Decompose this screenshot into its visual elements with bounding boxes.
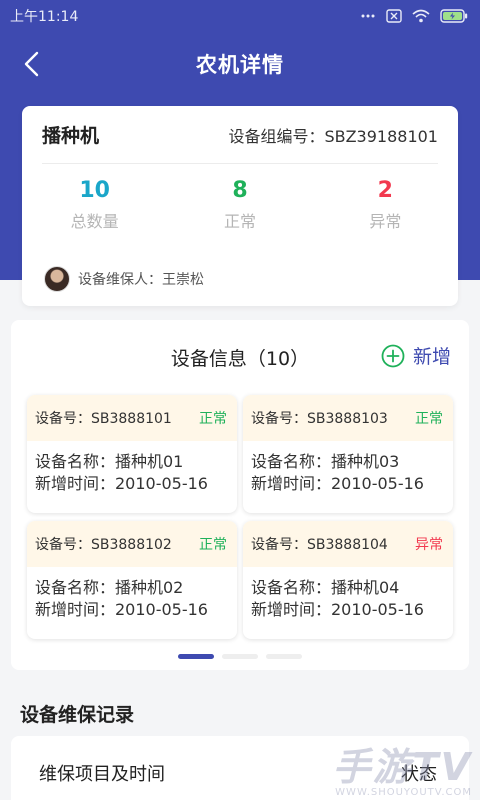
- device-group-number: 设备组编号：SBZ39188101: [228, 126, 438, 146]
- status-icons: [360, 9, 468, 23]
- device-card-body: 设备名称：播种机02 新增时间：2010-05-16: [27, 567, 237, 621]
- watermark: 手游TV WWW.SHOUYOUTV.COM: [333, 747, 472, 798]
- plus-circle-icon: [381, 344, 405, 367]
- device-status: 异常: [415, 537, 443, 553]
- stat-abnormal-label: 异常: [369, 212, 402, 231]
- device-status: 正常: [415, 411, 443, 427]
- device-card-body: 设备名称：播种机03 新增时间：2010-05-16: [243, 441, 453, 495]
- status-time: 上午11:14: [10, 9, 79, 25]
- status-bar: 上午11:14: [0, 0, 480, 32]
- maintenance-records-title: 设备维保记录: [20, 704, 135, 726]
- back-button[interactable]: [14, 46, 50, 82]
- device-status: 正常: [199, 537, 227, 553]
- maintainer-row: 设备维保人：王崇松: [44, 266, 204, 292]
- stat-normal-value: 8: [232, 178, 248, 203]
- device-name: 设备名称：播种机04: [251, 578, 400, 597]
- stats-row: 10 总数量 8 正常 2 异常: [22, 176, 458, 246]
- device-info-panel: 设备信息（10） 新增 设备号：SB3888101 正常 设备名称：播种机01 …: [11, 320, 469, 670]
- device-card[interactable]: 设备号：SB3888101 正常 设备名称：播种机01 新增时间：2010-05…: [27, 395, 237, 513]
- device-card[interactable]: 设备号：SB3888104 异常 设备名称：播种机04 新增时间：2010-05…: [243, 521, 453, 639]
- watermark-logo-text: 手游TV: [332, 745, 472, 789]
- machine-summary-card: 播种机 设备组编号：SBZ39188101 10 总数量 8 正常 2 异常 设…: [22, 106, 458, 306]
- device-name: 设备名称：播种机03: [251, 452, 400, 471]
- device-code: 设备号：SB3888103: [251, 411, 388, 427]
- battery-icon: [440, 9, 468, 23]
- device-code: 设备号：SB3888101: [35, 411, 172, 427]
- device-panel-header: 设备信息（10） 新增: [11, 338, 469, 378]
- device-card[interactable]: 设备号：SB3888102 正常 设备名称：播种机02 新增时间：2010-05…: [27, 521, 237, 639]
- avatar: [44, 266, 70, 292]
- device-added-time: 新增时间：2010-05-16: [35, 474, 208, 493]
- device-card-header: 设备号：SB3888101 正常: [27, 395, 237, 441]
- device-code: 设备号：SB3888102: [35, 537, 172, 553]
- maintainer-name: 设备维保人：王崇松: [78, 272, 204, 288]
- no-sim-icon: [386, 9, 402, 23]
- nav-bar: 农机详情: [0, 32, 480, 96]
- page-dot[interactable]: [222, 654, 258, 659]
- stat-normal[interactable]: 8 正常: [167, 176, 312, 246]
- add-device-label: 新增: [412, 346, 451, 368]
- wifi-icon: [412, 9, 430, 23]
- page-dot-active[interactable]: [178, 654, 214, 659]
- stat-total-value: 10: [79, 178, 110, 203]
- device-added-time: 新增时间：2010-05-16: [251, 600, 424, 619]
- device-code: 设备号：SB3888104: [251, 537, 388, 553]
- page-title: 农机详情: [196, 53, 284, 77]
- stat-abnormal-value: 2: [377, 178, 393, 203]
- device-card-body: 设备名称：播种机04 新增时间：2010-05-16: [243, 567, 453, 621]
- chevron-left-icon: [24, 51, 39, 77]
- signal-dots-icon: [360, 13, 376, 19]
- watermark-url: WWW.SHOUYOUTV.COM: [335, 787, 472, 798]
- stat-total-label: 总数量: [70, 212, 119, 231]
- page-indicator: [11, 654, 469, 659]
- device-added-time: 新增时间：2010-05-16: [251, 474, 424, 493]
- device-card[interactable]: 设备号：SB3888103 正常 设备名称：播种机03 新增时间：2010-05…: [243, 395, 453, 513]
- stat-abnormal[interactable]: 2 异常: [313, 176, 458, 246]
- column-header-item-time: 维保项目及时间: [39, 764, 165, 785]
- device-card-header: 设备号：SB3888103 正常: [243, 395, 453, 441]
- machine-name: 播种机: [42, 125, 100, 147]
- device-name: 设备名称：播种机01: [35, 452, 184, 471]
- device-card-body: 设备名称：播种机01 新增时间：2010-05-16: [27, 441, 237, 495]
- device-name: 设备名称：播种机02: [35, 578, 184, 597]
- device-added-time: 新增时间：2010-05-16: [35, 600, 208, 619]
- device-card-header: 设备号：SB3888102 正常: [27, 521, 237, 567]
- device-card-header: 设备号：SB3888104 异常: [243, 521, 453, 567]
- stat-total[interactable]: 10 总数量: [22, 176, 167, 246]
- page-dot[interactable]: [266, 654, 302, 659]
- summary-header: 播种机 设备组编号：SBZ39188101: [42, 106, 438, 164]
- device-status: 正常: [199, 411, 227, 427]
- add-device-button[interactable]: 新增: [381, 342, 451, 369]
- stat-normal-label: 正常: [223, 212, 256, 231]
